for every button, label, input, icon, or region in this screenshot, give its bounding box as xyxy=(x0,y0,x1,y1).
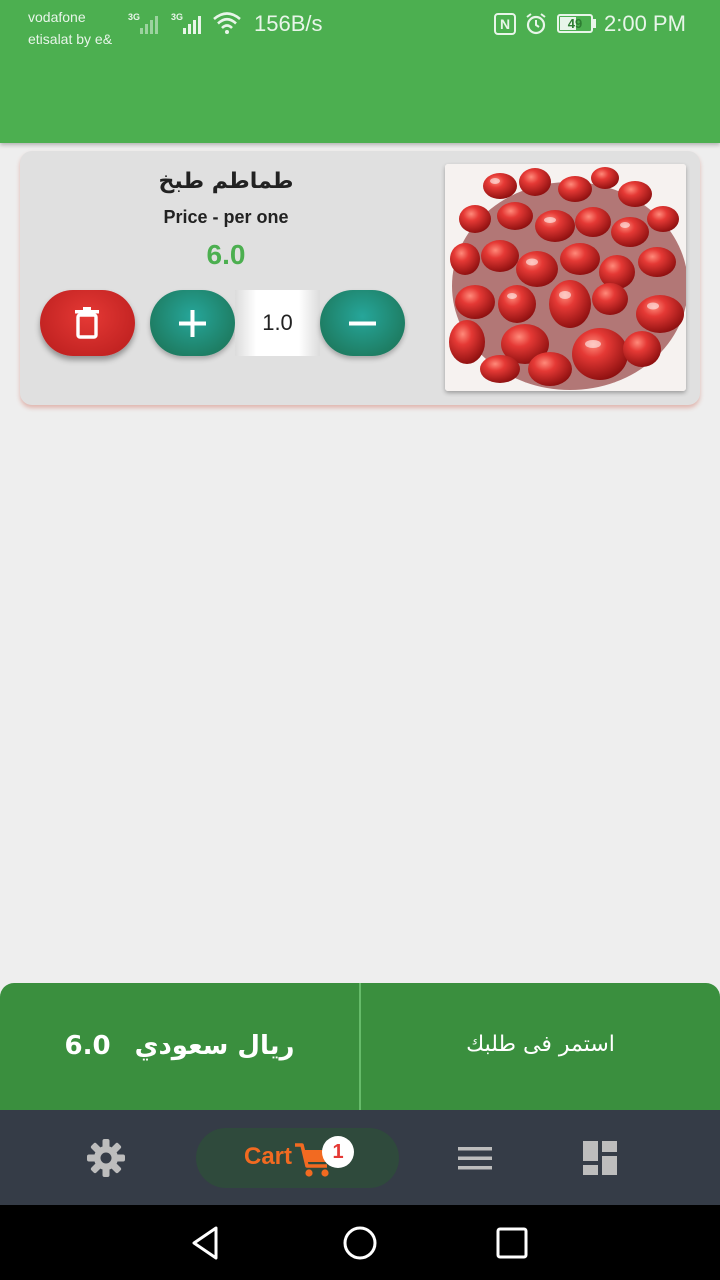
dashboard-icon[interactable] xyxy=(582,1140,618,1176)
continue-order-button[interactable]: استمر فى طلبك xyxy=(361,983,720,1107)
gear-icon[interactable] xyxy=(86,1138,126,1178)
home-icon[interactable] xyxy=(342,1225,378,1261)
nav-cart-label: Cart xyxy=(244,1143,293,1170)
carrier-info: vodafone etisalat by e& xyxy=(28,6,112,50)
status-time: 2:00 PM xyxy=(604,11,686,36)
cart-item-card: طماطم طبخ Price - per one 6.0 1.0 xyxy=(20,151,700,405)
order-summary-bar: ريال سعودي 6.0 استمر فى طلبك xyxy=(0,983,720,1110)
menu-icon[interactable] xyxy=(456,1142,494,1174)
decrease-quantity-button[interactable] xyxy=(320,290,405,356)
back-icon[interactable] xyxy=(188,1225,224,1261)
network-2-label: 3G xyxy=(171,12,184,22)
increase-quantity-button[interactable] xyxy=(150,290,235,356)
quantity-value: 1.0 xyxy=(235,290,320,356)
bottom-navigation: Cart 1 xyxy=(0,1110,720,1205)
recents-icon[interactable] xyxy=(496,1227,528,1259)
delete-item-button[interactable] xyxy=(40,290,135,356)
signal-2-icon: 3G xyxy=(171,12,207,34)
signal-1-icon: 3G xyxy=(128,12,164,34)
alarm-icon xyxy=(526,13,546,35)
product-price: 6.0 xyxy=(206,239,246,270)
product-image xyxy=(445,164,686,391)
battery-level: 49 xyxy=(567,16,583,31)
system-navigation-bar xyxy=(0,1205,720,1280)
network-speed: 156B/s xyxy=(254,11,323,36)
nav-cart-button[interactable]: Cart 1 xyxy=(196,1128,399,1188)
wifi-icon xyxy=(213,12,241,34)
product-name: طماطم طبخ xyxy=(158,169,294,194)
currency-label: ريال سعودي xyxy=(134,1031,295,1061)
battery-icon: 49 xyxy=(557,14,593,33)
carrier-2-label: etisalat by e& xyxy=(28,31,113,47)
total-amount: 6.0 xyxy=(64,1031,111,1061)
total-price: ريال سعودي 6.0 xyxy=(0,983,359,1110)
app-bar: vodafone etisalat by e& 3G 3G 156B/s N 4… xyxy=(0,0,720,143)
network-1-label: 3G xyxy=(128,12,141,22)
cart-count-badge: 1 xyxy=(322,1136,354,1168)
minus-icon xyxy=(349,321,376,326)
carrier-1-label: vodafone xyxy=(28,9,86,25)
nfc-icon: N xyxy=(494,13,516,35)
price-label: Price - per one xyxy=(163,207,289,227)
trash-icon xyxy=(75,307,99,339)
plus-icon xyxy=(179,310,206,337)
